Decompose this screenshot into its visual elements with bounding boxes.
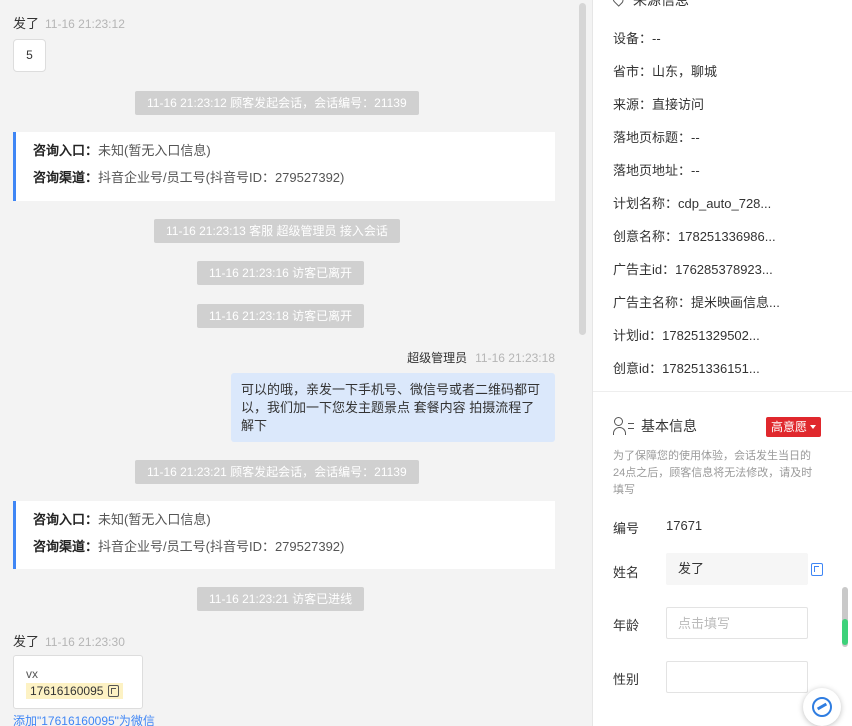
source-info-row: 广告主名称：提米映画信息... — [613, 295, 780, 310]
agent-message-bubble[interactable]: 可以的哦，亲发一下手机号、微信号或者二维码都可以，我们加一下您发主题景点 套餐内… — [231, 373, 555, 442]
source-info-row: 计划id：178251329502... — [613, 328, 760, 343]
basic-info-title: 基本信息 — [613, 416, 697, 436]
sender-name: 发了 — [13, 16, 40, 31]
copy-icon[interactable] — [811, 563, 823, 576]
name-label: 姓名 — [613, 565, 640, 580]
consult-channel-value: 抖音企业号/员工号(抖音号ID：279527392) — [98, 539, 345, 554]
system-notice: 11-16 21:23:12 顾客发起会话，会话编号：21139 — [135, 91, 419, 115]
agent-name: 超级管理员 — [407, 351, 468, 365]
source-info-row: 计划名称：cdp_auto_728... — [613, 196, 772, 211]
message-time: 11-16 21:23:30 — [45, 635, 125, 649]
map-pin-icon — [610, 0, 626, 7]
copy-icon[interactable] — [108, 685, 120, 697]
chat-scrollbar[interactable] — [579, 3, 586, 335]
age-label: 年龄 — [613, 618, 640, 633]
source-info-row: 广告主id：176285378923... — [613, 262, 773, 277]
sender-name: 发了 — [13, 634, 40, 649]
system-notice: 11-16 21:23:16 访客已离开 — [197, 261, 365, 285]
id-value: 17671 — [666, 518, 703, 533]
edit-notice: 为了保障您的使用体验，会话发生当日的24点之后，顾客信息将无法修改，请及时填写 — [613, 450, 813, 496]
age-input[interactable] — [666, 607, 808, 639]
consult-entry-row: 咨询入口：未知(暂无入口信息) — [33, 142, 555, 169]
source-info-row: 来源：直接访问 — [613, 97, 705, 112]
intent-level-label: 高意愿 — [771, 420, 808, 434]
source-info-row: 创意名称：178251336986... — [613, 229, 776, 244]
source-info-row: 省市：山东，聊城 — [613, 64, 718, 79]
intent-level-dropdown[interactable]: 高意愿 — [766, 417, 822, 437]
visitor-message-bubble[interactable]: vx 17616160095 — [13, 655, 143, 709]
customer-info-panel: 来源信息 设备：-- 省市：山东，聊城 来源：直接访问 落地页标题：-- 落地页… — [593, 0, 852, 726]
system-notice: 11-16 21:23:21 访客已进线 — [197, 587, 365, 611]
consult-entry-row: 咨询入口：未知(暂无入口信息) — [33, 511, 555, 538]
agent-message-header: 超级管理员 11-16 21:23:18 — [407, 349, 555, 366]
consult-entry-value: 未知(暂无入口信息) — [98, 512, 211, 527]
consult-info-card: 咨询入口：未知(暂无入口信息) 咨询渠道：抖音企业号/员工号(抖音号ID：279… — [13, 132, 555, 201]
chat-panel[interactable]: 发了 11-16 21:23:12 5 11-16 21:23:12 顾客发起会话… — [0, 0, 592, 726]
source-info-row: 设备：-- — [613, 31, 661, 46]
message-time: 11-16 21:23:18 — [475, 351, 555, 365]
assistant-button[interactable] — [803, 688, 841, 726]
gender-label: 性别 — [613, 672, 640, 687]
system-notice: 11-16 21:23:18 访客已离开 — [197, 304, 365, 328]
message-time: 11-16 21:23:12 — [45, 17, 125, 31]
caret-down-icon — [810, 425, 817, 429]
consult-entry-label: 咨询入口： — [33, 512, 99, 527]
consult-channel-value: 抖音企业号/员工号(抖音号ID：279527392) — [98, 170, 345, 185]
consult-channel-label: 咨询渠道： — [33, 170, 99, 185]
source-info-row: 创意id：178251336151... — [613, 361, 760, 376]
person-list-icon — [613, 417, 635, 435]
message-text: vx — [26, 667, 38, 681]
side-scrollbar-thumb[interactable] — [842, 619, 848, 645]
consult-entry-value: 未知(暂无入口信息) — [98, 143, 211, 158]
system-notice: 11-16 21:23:21 顾客发起会话，会话编号：21139 — [135, 460, 419, 484]
consult-channel-row: 咨询渠道：抖音企业号/员工号(抖音号ID：279527392) — [33, 169, 555, 196]
consult-info-card: 咨询入口：未知(暂无入口信息) 咨询渠道：抖音企业号/员工号(抖音号ID：279… — [13, 501, 555, 569]
name-field[interactable]: 发了 — [666, 553, 808, 585]
add-wechat-link[interactable]: 添加"17616160095"为微信 — [13, 712, 155, 726]
message-text: 可以的哦，亲发一下手机号、微信号或者二维码都可以，我们加一下您发主题景点 套餐内… — [241, 382, 541, 433]
message-header: 发了 11-16 21:23:12 — [13, 13, 125, 32]
gender-field[interactable] — [666, 661, 808, 693]
id-label: 编号 — [613, 521, 640, 536]
consult-channel-row: 咨询渠道：抖音企业号/员工号(抖音号ID：279527392) — [33, 538, 555, 565]
message-text: 5 — [26, 48, 33, 62]
section-divider — [593, 391, 852, 392]
visitor-message-bubble[interactable]: 5 — [13, 39, 46, 72]
message-header: 发了 11-16 21:23:30 — [13, 631, 125, 650]
source-info-row: 落地页标题：-- — [613, 130, 700, 145]
source-info-row: 落地页地址：-- — [613, 163, 700, 178]
system-notice: 11-16 21:23:13 客服 超级管理员 接入会话 — [154, 219, 400, 243]
source-info-title: 来源信息 — [610, 0, 689, 10]
phone-number: 17616160095 — [30, 684, 104, 698]
consult-entry-label: 咨询入口： — [33, 143, 99, 158]
consult-channel-label: 咨询渠道： — [33, 539, 99, 554]
phone-number-highlight[interactable]: 17616160095 — [26, 683, 124, 699]
